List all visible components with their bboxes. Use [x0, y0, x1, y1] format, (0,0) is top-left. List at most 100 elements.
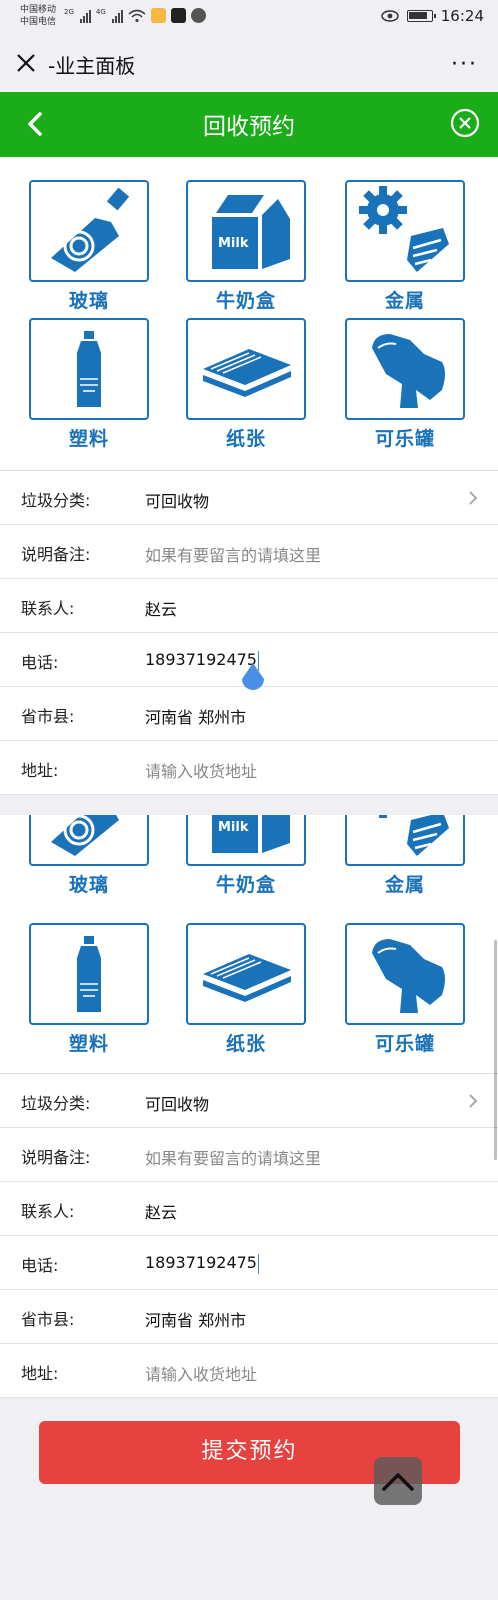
form-row-note[interactable]: 说明备注: 如果有要留言的请填这里 — [0, 1128, 498, 1182]
category-tile-can[interactable]: 可乐罐 — [345, 318, 465, 451]
form-row-note[interactable]: 说明备注: 如果有要留言的请填这里 — [0, 525, 498, 579]
crushed-can-icon — [372, 939, 445, 1013]
eye-icon — [381, 10, 399, 22]
category-label: 塑料 — [68, 1033, 109, 1055]
wechat-page-title: -业主面板 — [48, 54, 136, 78]
text-cursor — [257, 1253, 260, 1274]
address-label: 地址: — [21, 1364, 59, 1383]
chevron-right-icon — [469, 1094, 478, 1108]
close-icon[interactable] — [14, 51, 38, 75]
signal-icon-2 — [111, 9, 123, 23]
back-to-top-button[interactable] — [374, 1457, 422, 1505]
contact-input[interactable]: 赵云 — [145, 596, 177, 620]
category-tile-metal-2[interactable]: 金属 — [345, 815, 465, 897]
category-tile-milk-2[interactable]: Milk 牛奶盒 — [186, 815, 306, 897]
milk-carton-icon: Milk — [212, 195, 290, 269]
category-tile-glass[interactable]: 玻璃 — [29, 180, 149, 313]
recycle-panel-1: 玻璃 Milk 牛奶盒 金属 塑料 纸张 可乐罐 垃圾分类: 可回收物 说明备注… — [0, 157, 498, 795]
note-label: 说明备注: — [21, 545, 91, 564]
form-row-address[interactable]: 地址: 请输入收货地址 — [0, 1344, 498, 1398]
note-label: 说明备注: — [21, 1148, 91, 1167]
form-row-type[interactable]: 垃圾分类: 可回收物 — [0, 1074, 498, 1128]
signal-2g-tag: 2G — [64, 8, 74, 16]
phone-input[interactable]: 18937192475 — [145, 1253, 260, 1274]
note-input[interactable]: 如果有要留言的请填这里 — [145, 542, 321, 566]
type-value[interactable]: 可回收物 — [145, 1091, 209, 1115]
category-label: 玻璃 — [68, 290, 109, 312]
form-row-region[interactable]: 省市县: 河南省 郑州市 — [0, 687, 498, 741]
category-grid-2: 玻璃 Milk 牛奶盒 金属 塑料 纸张 可乐罐 — [0, 815, 498, 1070]
glass-bottle-icon — [51, 815, 119, 856]
category-tile-metal[interactable]: 金属 — [345, 180, 465, 313]
address-input[interactable]: 请输入收货地址 — [145, 758, 257, 782]
tiktok-app-icon — [170, 8, 186, 23]
signal-4g-tag: 4G — [95, 8, 106, 16]
milk-carton-icon: Milk — [212, 815, 290, 853]
address-label: 地址: — [21, 761, 59, 780]
wifi-icon — [128, 9, 146, 23]
milk-text: Milk — [218, 820, 249, 835]
category-label: 玻璃 — [68, 874, 109, 896]
paper-stack-icon — [203, 349, 291, 397]
region-input[interactable]: 河南省 郑州市 — [145, 704, 246, 728]
form-row-address[interactable]: 地址: 请输入收货地址 — [0, 741, 498, 795]
type-label: 垃圾分类: — [21, 1094, 91, 1113]
note-input[interactable]: 如果有要留言的请填这里 — [145, 1145, 321, 1169]
recycle-panel-2: 玻璃 Milk 牛奶盒 金属 塑料 纸张 可乐罐 垃圾分类: 可回收物 说明备注… — [0, 815, 498, 1398]
phone-label: 电话: — [21, 653, 59, 672]
phone-value: 18937192475 — [145, 1253, 257, 1272]
phone-label: 电话: — [21, 1256, 59, 1275]
form-row-contact[interactable]: 联系人: 赵云 — [0, 579, 498, 633]
page-title: 回收预约 — [203, 114, 295, 140]
chevron-up-icon — [382, 1473, 414, 1491]
plastic-bottle-icon — [77, 331, 101, 407]
form-row-phone[interactable]: 电话: 18937192475 — [0, 633, 498, 690]
carrier-info: 中国移动 中国电信 — [20, 4, 56, 28]
contact-label: 联系人: — [21, 599, 75, 618]
status-icons: 2G 4G — [64, 8, 206, 23]
category-label: 可乐罐 — [374, 428, 435, 450]
type-value[interactable]: 可回收物 — [145, 488, 209, 512]
chevron-right-icon — [469, 491, 478, 505]
category-tile-glass-2[interactable]: 玻璃 — [29, 815, 149, 897]
category-label: 纸张 — [225, 1033, 266, 1055]
category-tile-paper[interactable]: 纸张 — [186, 318, 306, 451]
mail-app-icon — [150, 8, 166, 23]
form-row-region[interactable]: 省市县: 河南省 郑州市 — [0, 1290, 498, 1344]
section-divider — [0, 795, 498, 815]
wechat-title-bar: -业主面板 ··· — [0, 34, 498, 92]
metal-gear-screw-icon — [359, 186, 449, 272]
close-circle-icon[interactable] — [450, 108, 480, 138]
region-input[interactable]: 河南省 郑州市 — [145, 1307, 246, 1331]
category-label: 金属 — [384, 874, 425, 896]
category-tile-can-2[interactable]: 可乐罐 — [345, 923, 465, 1056]
battery-icon — [406, 10, 436, 22]
category-tile-plastic-2[interactable]: 塑料 — [29, 923, 149, 1056]
more-menu-icon[interactable]: ··· — [451, 52, 478, 77]
plastic-bottle-icon — [77, 936, 101, 1012]
contact-input[interactable]: 赵云 — [145, 1199, 177, 1223]
address-input[interactable]: 请输入收货地址 — [145, 1361, 257, 1385]
category-label: 塑料 — [68, 428, 109, 450]
form-row-type[interactable]: 垃圾分类: 可回收物 — [0, 471, 498, 525]
contact-label: 联系人: — [21, 1202, 75, 1221]
signal-icon — [79, 9, 91, 23]
page-header: 回收预约 — [0, 92, 498, 157]
scrollbar[interactable] — [494, 940, 497, 1160]
form-row-phone[interactable]: 电话: 18937192475 — [0, 1236, 498, 1290]
region-label: 省市县: — [21, 707, 75, 726]
carrier-1: 中国移动 — [20, 5, 57, 15]
category-label: 金属 — [384, 290, 425, 312]
form-row-contact[interactable]: 联系人: 赵云 — [0, 1182, 498, 1236]
category-label: 牛奶盒 — [215, 874, 276, 896]
type-label: 垃圾分类: — [21, 491, 91, 510]
category-tile-paper-2[interactable]: 纸张 — [186, 923, 306, 1056]
recycle-form-2: 垃圾分类: 可回收物 说明备注: 如果有要留言的请填这里 联系人: 赵云 电话:… — [0, 1073, 498, 1398]
category-label: 可乐罐 — [374, 1033, 435, 1055]
glass-bottle-icon — [51, 188, 130, 272]
category-tile-plastic[interactable]: 塑料 — [29, 318, 149, 451]
category-grid: 玻璃 Milk 牛奶盒 金属 塑料 纸张 可乐罐 — [0, 157, 498, 463]
category-tile-milk[interactable]: Milk 牛奶盒 — [186, 180, 306, 313]
region-label: 省市县: — [21, 1310, 75, 1329]
category-label: 牛奶盒 — [215, 290, 276, 312]
